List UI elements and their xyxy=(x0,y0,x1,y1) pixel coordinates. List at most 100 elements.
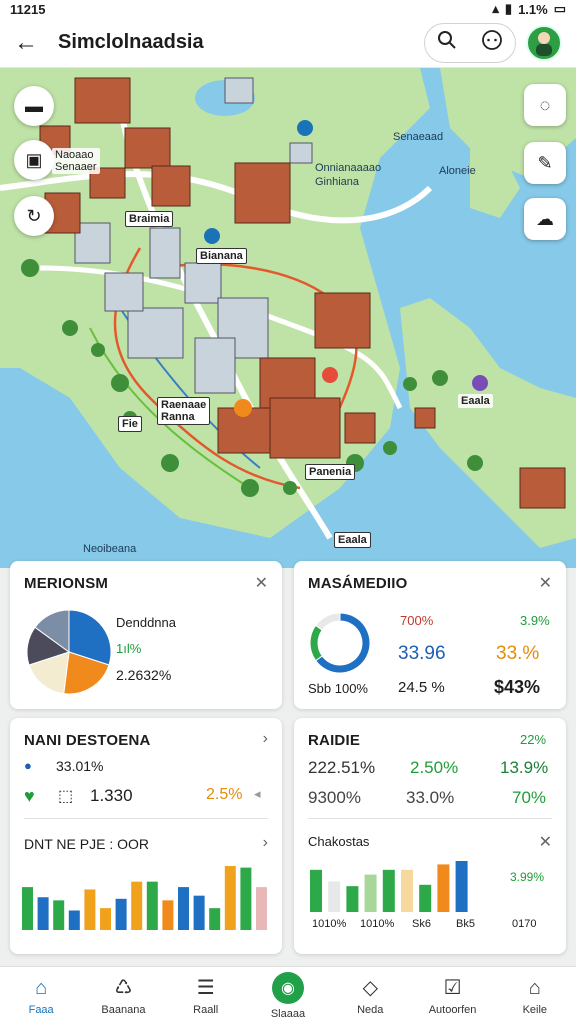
stat-value: 24.5 % xyxy=(398,679,445,696)
stat-value: 2.50% xyxy=(410,758,459,777)
close-icon[interactable]: ✕ xyxy=(539,573,552,593)
map-label[interactable]: Naoaao Senaaer xyxy=(52,148,100,174)
stat-value: Sbb 100% xyxy=(308,681,368,696)
bar xyxy=(455,861,468,912)
layers-icon: ▬ xyxy=(25,95,43,116)
action-pill xyxy=(424,22,516,63)
bar xyxy=(178,887,189,930)
more-options-icon[interactable] xyxy=(481,29,503,56)
detail-card-1[interactable]: NANI DESTOENA › ● 33.01% ♥ ⬚ 1.330 2.5% … xyxy=(10,718,282,954)
bar xyxy=(310,869,322,912)
summary-card-1[interactable]: MERIONSM ✕ Denddnna 1ıl% 2.2632% xyxy=(10,561,282,709)
map-label[interactable]: Onnianaaaao Ginhiana xyxy=(312,160,384,190)
map-label[interactable]: Bianana xyxy=(196,248,247,264)
card-title: MERIONSM xyxy=(24,575,109,592)
percent-value: 1ıl% xyxy=(116,641,142,656)
heart-icon: ♥ xyxy=(24,786,35,806)
map-label[interactable]: Aloneie xyxy=(436,164,479,178)
back-arrow-icon[interactable]: ← xyxy=(14,29,44,57)
bar xyxy=(53,900,65,930)
map-label[interactable]: Fie xyxy=(118,416,142,432)
bar xyxy=(437,864,450,912)
card-title: RAIDIE xyxy=(308,732,361,749)
weather-button[interactable]: ☁ xyxy=(524,198,566,240)
nav-item-home[interactable]: ⌂ Faaa xyxy=(0,967,82,1024)
nav-item-7[interactable]: ⌂ Keile xyxy=(494,967,576,1024)
bar xyxy=(401,869,413,912)
map-label[interactable]: Braimia xyxy=(125,211,174,227)
stat-value: 33.01% xyxy=(56,758,104,774)
nav-item-2[interactable]: ♺ Baanana xyxy=(82,967,164,1024)
battery-icon: ▭ xyxy=(553,1,566,16)
percent-value: 2.2632% xyxy=(116,667,172,683)
avatar[interactable] xyxy=(526,24,562,61)
nav-label: Neda xyxy=(357,1003,384,1016)
bar xyxy=(328,881,341,912)
nav-label: Raall xyxy=(193,1003,219,1016)
bar xyxy=(131,881,143,930)
nav-item-6[interactable]: ☑ Autoorfen xyxy=(411,967,493,1024)
layers-button[interactable]: ▬ xyxy=(14,86,54,126)
stat-value: $43% xyxy=(494,677,541,697)
stat-value: 22% xyxy=(520,732,547,747)
detail-card-2[interactable]: RAIDIE 22% 222.51% 2.50% 13.9% 9300% 33.… xyxy=(294,718,566,954)
edit-button[interactable]: ✎ xyxy=(524,142,566,184)
map-canvas xyxy=(0,68,576,568)
bar xyxy=(346,886,359,912)
nav-label: Autoorfen xyxy=(428,1003,477,1016)
axis-tick: 1010% xyxy=(360,918,395,930)
axis-tick: 1010% xyxy=(312,918,347,930)
bar xyxy=(37,897,49,930)
chevron-right-icon[interactable]: › xyxy=(263,834,268,852)
signal-icon: ▮ xyxy=(504,1,513,16)
nav-label: Slaaaa xyxy=(270,1007,306,1020)
search-icon[interactable] xyxy=(437,30,457,55)
refresh-button[interactable]: ↻ xyxy=(14,196,54,236)
pie-slice xyxy=(315,612,341,631)
bar xyxy=(68,910,80,930)
bar xyxy=(100,908,111,930)
axis-tick: Bk5 xyxy=(456,918,475,930)
close-icon[interactable]: ✕ xyxy=(539,832,552,852)
card-title: NANI DESTOENA xyxy=(24,732,151,749)
bar xyxy=(419,884,432,912)
location-button[interactable]: ◌ xyxy=(524,84,566,126)
chevron-right-icon[interactable]: › xyxy=(263,730,268,748)
dot-icon: ● xyxy=(24,758,32,773)
close-icon[interactable]: ✕ xyxy=(255,573,268,593)
map-label[interactable]: Neoibeana xyxy=(80,542,139,556)
map-label[interactable]: Eaala xyxy=(334,532,371,548)
stat-value: 70% xyxy=(512,788,547,807)
app-bar: ← Simclolnaadsia xyxy=(0,18,576,68)
calendar-button[interactable]: ▣ xyxy=(14,140,54,180)
inbox-icon: ☑ xyxy=(443,976,462,999)
battery-text: 1.1% xyxy=(518,1,548,17)
bell-icon: ♺ xyxy=(114,976,133,999)
legend-value: 3.99% xyxy=(510,870,545,884)
summary-card-2[interactable]: MASÁMEDIIO ✕ 700% 3.9% 33.96 33.% Sbb 10… xyxy=(294,561,566,709)
cloud-icon: ☁ xyxy=(536,208,554,229)
refresh-icon: ↻ xyxy=(26,205,42,226)
nav-item-5[interactable]: ◇ Neda xyxy=(329,967,411,1024)
wifi-icon: ▴ xyxy=(492,1,499,16)
donut-chart xyxy=(309,612,371,674)
bar-chart xyxy=(310,861,468,912)
map-label[interactable]: Eaala xyxy=(458,394,493,408)
map-view[interactable]: ▬ ▣ ↻ ◌ ✎ ☁ Naoaao Senaaer Senaeaad Onni… xyxy=(0,68,576,568)
nav-item-4[interactable]: ◉ Slaaaa xyxy=(247,967,329,1024)
bar xyxy=(256,887,267,930)
stat-value: 2.5% xyxy=(206,786,243,803)
pencil-icon: ✎ xyxy=(537,152,553,173)
axis-tick: 0170 xyxy=(512,918,537,930)
bar xyxy=(193,895,205,930)
stat-value: 33.% xyxy=(496,643,540,664)
map-label[interactable]: Senaeaad xyxy=(390,130,446,144)
nav-item-3[interactable]: ☰ Raall xyxy=(165,967,247,1024)
stat-value: 700% xyxy=(400,613,434,628)
map-label[interactable]: Raenaae Ranna xyxy=(157,397,211,425)
status-bar: 11215 ▴ ▮ 1.1% ▭ xyxy=(0,0,576,18)
map-label[interactable]: Panenia xyxy=(305,464,356,480)
home-icon: ⌂ xyxy=(35,976,48,999)
explore-icon: ◉ xyxy=(271,971,304,1004)
arrow-icon: ◂ xyxy=(254,786,261,801)
